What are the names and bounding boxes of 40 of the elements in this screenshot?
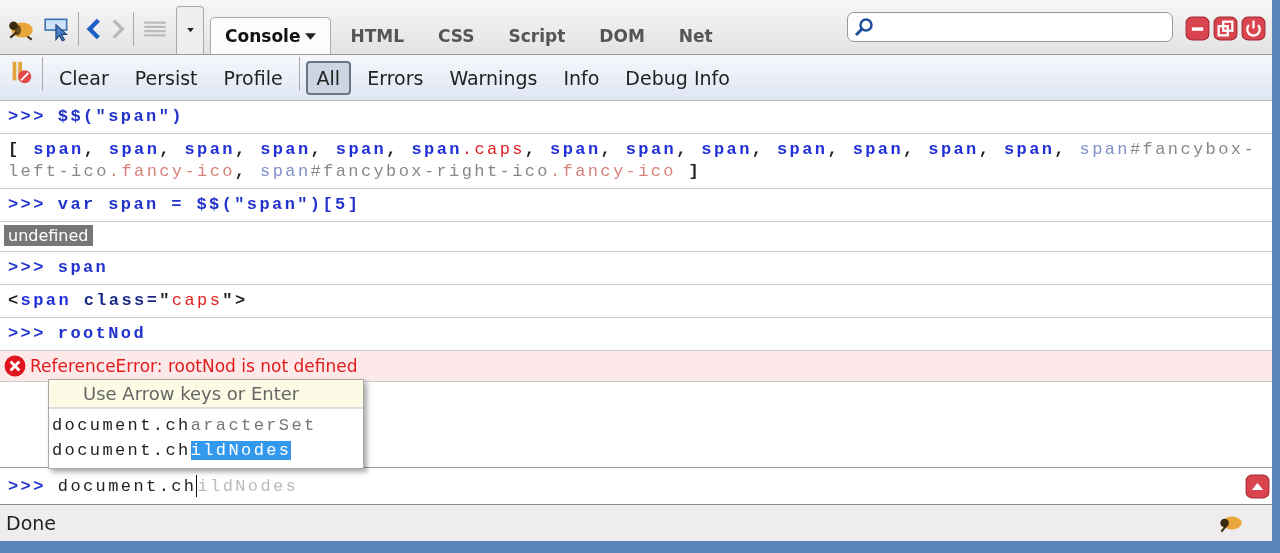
- filter-button[interactable]: Warnings: [439, 61, 548, 94]
- command-prompt: >>>: [8, 258, 46, 277]
- error-icon: [4, 355, 26, 377]
- restore-icon[interactable]: [1213, 16, 1238, 41]
- filter-button[interactable]: Debug Info: [615, 61, 740, 94]
- command-prompt: >>>: [8, 107, 46, 126]
- caret-icon: [186, 28, 194, 33]
- toolbar-button[interactable]: Profile: [213, 61, 293, 94]
- panel-tab[interactable]: Script: [493, 17, 581, 54]
- console-output: [ span, span, span, span, span, span.caps, span, span, span, span, span, span, span, span#fancybox-left-ico.fancy-ico, span#fancybox-right-ico.fancy-ico ]: [8, 140, 1256, 181]
- minimize-icon[interactable]: [1185, 16, 1210, 41]
- command-prompt: >>>: [8, 195, 46, 214]
- status-text: Done: [6, 512, 56, 534]
- command-input[interactable]: document.ch ildNodes: [57, 475, 1245, 497]
- autocomplete-option[interactable]: document.ch ildNodes: [49, 438, 363, 463]
- autocomplete-option[interactable]: document.ch aracterSet: [49, 413, 363, 438]
- search-field[interactable]: [847, 12, 1173, 42]
- command-text: span: [57, 258, 109, 277]
- panel-tab[interactable]: Console: [210, 17, 332, 54]
- console-output: <span class="caps">: [8, 291, 248, 310]
- command-prompt: >>>: [8, 324, 46, 343]
- toolbar-button[interactable]: Persist: [124, 61, 208, 94]
- close-icon[interactable]: [1241, 16, 1266, 41]
- command-text: var span = $$("span")[5]: [57, 195, 361, 214]
- autocomplete-hint: Use Arrow keys or Enter: [49, 380, 363, 409]
- command-prompt: >>>: [8, 476, 46, 496]
- undefined-badge: undefined: [4, 225, 93, 246]
- error-message: ReferenceError: rootNod is not defined: [30, 355, 358, 377]
- panel-tab[interactable]: DOM: [584, 17, 660, 54]
- toolbar-button[interactable]: Clear: [49, 61, 119, 94]
- filter-button[interactable]: Errors: [357, 61, 434, 94]
- filter-button[interactable]: All: [305, 60, 352, 95]
- command-text: $$("span"): [57, 107, 184, 126]
- panel-tab[interactable]: Net: [663, 17, 728, 54]
- filter-button[interactable]: Info: [553, 61, 610, 94]
- command-text: rootNod: [57, 324, 147, 343]
- search-icon: [854, 17, 874, 37]
- panel-tab[interactable]: CSS: [423, 17, 490, 54]
- panel-tab[interactable]: HTML: [335, 17, 419, 54]
- expand-editor-icon[interactable]: [1245, 473, 1270, 499]
